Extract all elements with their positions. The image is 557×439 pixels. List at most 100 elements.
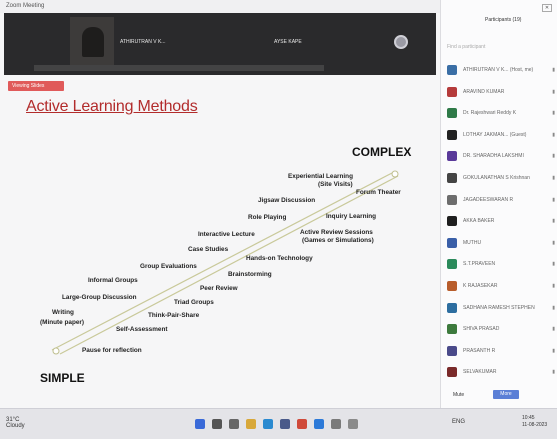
mic-icon[interactable]: ▮ [552, 369, 555, 375]
lower-line [59, 175, 399, 355]
mic-icon[interactable]: ▮ [552, 132, 555, 138]
upper-line [51, 172, 393, 351]
item-large-group: Large-Group Discussion [62, 294, 137, 301]
mic-icon[interactable]: ▮ [552, 326, 555, 332]
participant-row[interactable]: LOTHAY JAKMAN... (Guest) ▮ [447, 127, 555, 143]
weather-widget[interactable]: 31°C Cloudy [6, 417, 25, 429]
participant-name: PRASANTH R [463, 347, 496, 354]
mic-icon[interactable]: ▮ [552, 89, 555, 95]
participant-row[interactable]: PRASANTH R ▮ [447, 343, 555, 359]
zoom-icon[interactable] [314, 419, 324, 429]
avatar [447, 86, 457, 97]
mic-icon[interactable]: ▮ [552, 153, 555, 159]
participant-name: SELVAKUMAR [463, 369, 497, 376]
avatar[interactable] [394, 35, 408, 49]
simple-label: SIMPLE [40, 371, 85, 385]
participant-row[interactable]: Dr. Rajeshwari Reddy K ▮ [447, 105, 555, 121]
video-name-2: AYSE KAPE [274, 39, 302, 45]
video-name-1: ATHIRUTRAN V K... [120, 39, 166, 45]
participant-row[interactable]: GOKULANATHAN S Krishnan ▮ [447, 170, 555, 186]
participant-row[interactable]: MUTHU ▮ [447, 235, 555, 251]
item-pause-reflection: Pause for reflection [82, 347, 142, 354]
system-tray[interactable]: ENG [452, 419, 465, 425]
item-inquiry-learning: Inquiry Learning [326, 213, 376, 220]
search-icon[interactable] [212, 419, 222, 429]
participant-row[interactable]: SHIVA PRASAD ▮ [447, 321, 555, 337]
avatar [447, 65, 457, 75]
item-brainstorming: Brainstorming [228, 271, 272, 278]
participant-name: GOKULANATHAN S Krishnan [463, 175, 530, 181]
participant-name: ATHIRUTRAN V K... (Host, me) [463, 67, 534, 73]
avatar [447, 194, 457, 205]
participant-video[interactable] [70, 17, 114, 65]
mic-icon[interactable]: ▮ [552, 197, 555, 203]
complex-label: COMPLEX [352, 145, 411, 159]
item-hands-on-tech: Hands-on Technology [246, 255, 313, 262]
participant-row[interactable]: SELVAKUMAR ▮ [447, 364, 555, 380]
participant-name: JAGADEESWARAN R [463, 196, 514, 203]
task-view-icon[interactable] [229, 419, 239, 429]
item-think-pair-share: Think-Pair-Share [148, 312, 200, 319]
participants-panel: ✕ Participants (19) Find a participant A… [440, 0, 557, 408]
chrome-icon[interactable] [297, 419, 307, 429]
mic-icon[interactable]: ▮ [552, 240, 555, 246]
panel-footer: Mute More [441, 388, 557, 408]
mic-icon[interactable]: ▮ [552, 348, 555, 354]
participant-name: AKKA BAKER [463, 218, 495, 225]
participant-row[interactable]: K RAJASEKAR ▮ [447, 278, 555, 294]
start-icon[interactable] [195, 419, 205, 429]
panel-header: ✕ Participants (19) [441, 0, 557, 24]
video-strip[interactable]: ATHIRUTRAN V K... AYSE KAPE [4, 13, 436, 75]
start-marker [52, 347, 60, 355]
more-button[interactable]: More [493, 390, 519, 399]
participant-name: DR. SHARADHA LAKSHMI [463, 153, 524, 160]
participant-row[interactable]: ARAVIND KUMAR ▮ [447, 84, 555, 100]
item-forum-theater: Forum Theater [356, 189, 401, 196]
avatar [447, 216, 457, 227]
item-case-studies: Case Studies [188, 246, 229, 253]
participant-name: SADHANA RAMESH STEPHEN [463, 304, 535, 311]
item-experiential-learning: Experiential Learning [288, 173, 353, 180]
mic-icon[interactable]: ▮ [552, 110, 555, 116]
app-icon[interactable] [331, 419, 341, 429]
mic-icon[interactable]: ▮ [552, 67, 555, 73]
taskbar: 31°C Cloudy ENG 10:45 11-08-2023 [0, 408, 557, 439]
edge-icon[interactable] [263, 419, 273, 429]
participant-name: ARAVIND KUMAR [463, 88, 505, 95]
avatar [447, 151, 457, 162]
mic-icon[interactable]: ▮ [552, 305, 555, 311]
item-triad-groups: Triad Groups [174, 299, 214, 306]
participant-row[interactable]: AKKA BAKER ▮ [447, 213, 555, 229]
item-self-assessment: Self-Assessment [116, 326, 168, 333]
clock[interactable]: 10:45 11-08-2023 [522, 415, 547, 429]
participant-row[interactable]: ATHIRUTRAN V K... (Host, me) ▮ [447, 62, 555, 78]
mic-icon[interactable]: ▮ [552, 175, 555, 181]
mic-icon[interactable]: ▮ [552, 283, 555, 289]
close-icon[interactable]: ✕ [542, 4, 552, 12]
item-site-visits: (Site Visits) [318, 181, 353, 188]
participant-row[interactable]: S.T.PRAVEEN ▮ [447, 256, 555, 272]
view-badge[interactable]: Viewing Slides [8, 81, 64, 91]
mic-icon[interactable]: ▮ [552, 261, 555, 267]
store-icon[interactable] [280, 419, 290, 429]
item-group-evaluations: Group Evaluations [140, 263, 197, 270]
file-explorer-icon[interactable] [246, 419, 256, 429]
date: 11-08-2023 [522, 422, 548, 428]
mic-icon[interactable]: ▮ [552, 218, 555, 224]
app-icon-2[interactable] [348, 419, 358, 429]
learning-methods-diagram: COMPLEX SIMPLE Experiential Learning (Si… [40, 145, 411, 385]
search-input[interactable]: Find a participant [447, 44, 485, 50]
avatar [447, 367, 457, 378]
participant-name: Dr. Rajeshwari Reddy K [463, 110, 517, 117]
participant-row[interactable]: JAGADEESWARAN R ▮ [447, 192, 555, 208]
item-writing: Writing [52, 309, 74, 316]
mute-all-button[interactable]: Mute [453, 392, 464, 398]
video-controls-bar [34, 65, 324, 71]
participant-row[interactable]: SADHANA RAMESH STEPHEN ▮ [447, 300, 555, 316]
panel-title: Participants (19) [485, 17, 522, 23]
avatar [447, 302, 457, 313]
participant-row[interactable]: DR. SHARADHA LAKSHMI ▮ [447, 148, 555, 164]
participant-name: LOTHAY JAKMAN... (Guest) [463, 131, 527, 138]
avatar [447, 129, 457, 140]
taskbar-icons [195, 419, 358, 429]
